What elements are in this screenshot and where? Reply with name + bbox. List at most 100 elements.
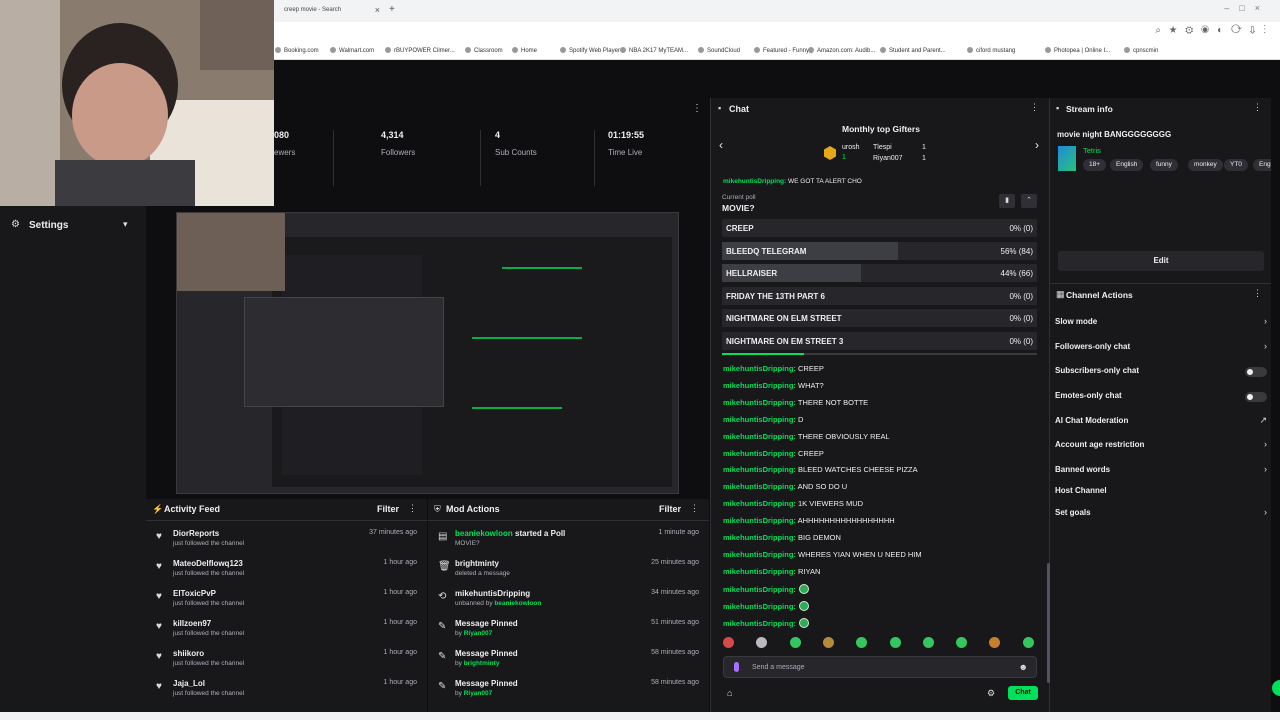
bookmark-item[interactable]: Walmart.com	[330, 47, 374, 54]
follower-name[interactable]: DiorReports	[173, 529, 219, 538]
mod-action-user[interactable]: beaniekowloon	[455, 529, 513, 538]
emote-picker-icon[interactable]: ☻	[1019, 662, 1028, 672]
bookmark-item[interactable]: SoundCloud	[698, 47, 740, 54]
filter-button[interactable]: Filter	[659, 504, 681, 514]
emote-icon[interactable]	[856, 637, 868, 648]
edit-stream-info-button[interactable]: Edit	[1058, 251, 1264, 271]
chat-settings-icon[interactable]: ⚙	[987, 688, 995, 699]
toggle-switch[interactable]	[1245, 367, 1267, 377]
emote-icon[interactable]	[989, 637, 1001, 648]
activity-item[interactable]: ♥ shiikoro just followed the channel 1 hour…	[146, 649, 427, 679]
mod-action-detail-user[interactable]: brightminty	[464, 660, 500, 667]
poll-option[interactable]: BLEEDQ TELEGRAM 56% (84)	[722, 241, 1037, 260]
mod-action-item[interactable]: ✎ Message Pinned by Riyan007 51 minutes ago	[428, 619, 709, 649]
chat-username[interactable]: mikehuntisDripping:	[723, 178, 786, 185]
channel-action-subscribers-only-chat[interactable]: Subscribers-only chat	[1055, 366, 1267, 380]
chevron-left-icon[interactable]: ‹	[719, 138, 723, 152]
chat-username[interactable]: mikehuntisDripping:	[723, 619, 796, 628]
poll-option[interactable]: HELLRAISER 44% (66)	[722, 264, 1037, 282]
bookmark-item[interactable]: Spotify Web Player	[560, 47, 620, 54]
chat-username[interactable]: mikehuntisDripping:	[723, 482, 796, 491]
mod-action-detail-user[interactable]: Riyan007	[464, 690, 493, 697]
emote-icon[interactable]	[723, 637, 734, 648]
follower-name[interactable]: Jaja_Lol	[173, 679, 205, 688]
chat-username[interactable]: mikehuntisDripping:	[723, 550, 796, 559]
emote-icon[interactable]	[956, 637, 968, 648]
chat-username[interactable]: mikehuntisDripping:	[723, 449, 796, 458]
channel-action-ai-chat-moderation[interactable]: AI Chat Moderation ↗	[1055, 415, 1267, 430]
toggle-switch[interactable]	[1245, 392, 1267, 402]
mod-action-item[interactable]: ✎ Message Pinned by brightminty 58 minutes …	[428, 649, 709, 679]
mod-action-item[interactable]: ⟲ mikehuntisDripping unbanned by beaniekow…	[428, 589, 709, 619]
emote-bar[interactable]	[723, 637, 1043, 653]
chat-username[interactable]: mikehuntisDripping:	[723, 398, 796, 407]
channel-action-account-age-restriction[interactable]: Account age restriction ›	[1055, 439, 1267, 454]
browser-tab[interactable]: creep movie - Search ×	[278, 3, 384, 20]
mod-action-item[interactable]: 🗑 brightminty deleted a message 25 minutes …	[428, 559, 709, 589]
channel-action-banned-words[interactable]: Banned words ›	[1055, 464, 1267, 479]
emote-icon[interactable]	[789, 637, 801, 648]
bookmark-item[interactable]: Booking.com	[275, 47, 319, 54]
bookmark-item[interactable]: ciford mustang	[967, 47, 1015, 54]
channel-action-host-channel[interactable]: Host Channel	[1055, 486, 1267, 500]
mod-action-user[interactable]: Message Pinned	[455, 679, 518, 688]
activity-item[interactable]: ♥ killzoen97 just followed the channel 1 ho…	[146, 619, 427, 649]
mod-action-detail-user[interactable]: beaniekowloon	[494, 600, 541, 607]
menu-icon[interactable]: ⋮	[1253, 288, 1262, 299]
follower-name[interactable]: ElToxicPvP	[173, 589, 216, 598]
chat-input[interactable]: Send a message ☻	[723, 656, 1037, 678]
mod-action-item[interactable]: ▤ beaniekowloon started a Poll MOVIE? 1 min…	[428, 529, 709, 559]
emote-icon[interactable]	[756, 637, 768, 648]
menu-icon[interactable]: ⋮	[408, 503, 417, 514]
new-tab-button[interactable]: +	[389, 4, 395, 15]
chat-username[interactable]: mikehuntisDripping:	[723, 415, 796, 424]
stream-tag[interactable]: English	[1110, 159, 1144, 171]
menu-icon[interactable]: ⋮	[1030, 102, 1039, 113]
extension-icons[interactable]: ⌕★⚙◉◐⟳⇩⋮	[1155, 25, 1274, 36]
mic-icon[interactable]	[734, 662, 739, 672]
emote-icon[interactable]	[822, 637, 834, 648]
activity-item[interactable]: ♥ MateoDelflowq123 just followed the chann…	[146, 559, 427, 589]
chat-username[interactable]: mikehuntisDripping:	[723, 465, 796, 474]
stream-tag[interactable]: 18+	[1083, 159, 1107, 171]
chevron-up-icon[interactable]: ⌃	[1021, 194, 1037, 208]
bookmark-item[interactable]: Classroom	[465, 47, 503, 54]
bookmark-item[interactable]: cpnscmin	[1124, 47, 1158, 54]
chat-username[interactable]: mikehuntisDripping:	[723, 602, 796, 611]
emote-icon[interactable]	[889, 637, 901, 648]
chat-username[interactable]: mikehuntisDripping:	[723, 516, 796, 525]
stream-preview[interactable]	[176, 212, 679, 494]
bookmark-item[interactable]: Amazon.com: Audib...	[808, 47, 875, 54]
channel-action-slow-mode[interactable]: Slow mode ›	[1055, 316, 1267, 331]
stats-menu-icon[interactable]: ⋮	[692, 103, 702, 114]
menu-icon[interactable]: ⋮	[1253, 102, 1262, 113]
activity-item[interactable]: ♥ ElToxicPvP just followed the channel 1 ho…	[146, 589, 427, 619]
poll-option[interactable]: NIGHTMARE ON ELM STREET 0% (0)	[722, 309, 1037, 327]
poll-option[interactable]: CREEP 0% (0)	[722, 219, 1037, 237]
sidebar-item-settings[interactable]: ⚙ Settings ▾	[0, 216, 146, 236]
mod-action-user[interactable]: Message Pinned	[455, 619, 518, 628]
gift-icon[interactable]: ⌂	[727, 688, 732, 698]
chat-username[interactable]: mikehuntisDripping:	[723, 432, 796, 441]
stream-tag[interactable]: YT0	[1224, 159, 1248, 171]
menu-icon[interactable]: ⋮	[690, 503, 699, 514]
bookmark-item[interactable]: NBA 2K17 MyTEAM...	[620, 47, 688, 54]
mod-action-user[interactable]: mikehuntisDripping	[455, 589, 530, 598]
emote-icon[interactable]	[1022, 637, 1034, 648]
follower-name[interactable]: MateoDelflowq123	[173, 559, 243, 568]
close-tab-icon[interactable]: ×	[375, 5, 380, 15]
bookmark-item[interactable]: rBUYPOWER Cilmer...	[385, 47, 455, 54]
mod-action-user[interactable]: Message Pinned	[455, 649, 518, 658]
chat-username[interactable]: mikehuntisDripping:	[723, 585, 796, 594]
channel-action-set-goals[interactable]: Set goals ›	[1055, 507, 1267, 522]
activity-item[interactable]: ♥ DiorReports just followed the channel 37 …	[146, 529, 427, 559]
chat-send-button[interactable]: Chat	[1008, 686, 1038, 700]
bookmark-item[interactable]: Featured - Funny |	[754, 47, 812, 54]
mod-action-item[interactable]: ✎ Message Pinned by Riyan007 58 minutes ago	[428, 679, 709, 709]
mod-action-detail-user[interactable]: Riyan007	[464, 630, 493, 637]
stream-tag[interactable]: monkey	[1188, 159, 1223, 171]
chat-username[interactable]: mikehuntisDripping:	[723, 499, 796, 508]
chevron-right-icon[interactable]: ›	[1035, 138, 1039, 152]
channel-action-emotes-only-chat[interactable]: Emotes-only chat	[1055, 391, 1267, 405]
emote-icon[interactable]	[922, 637, 934, 648]
